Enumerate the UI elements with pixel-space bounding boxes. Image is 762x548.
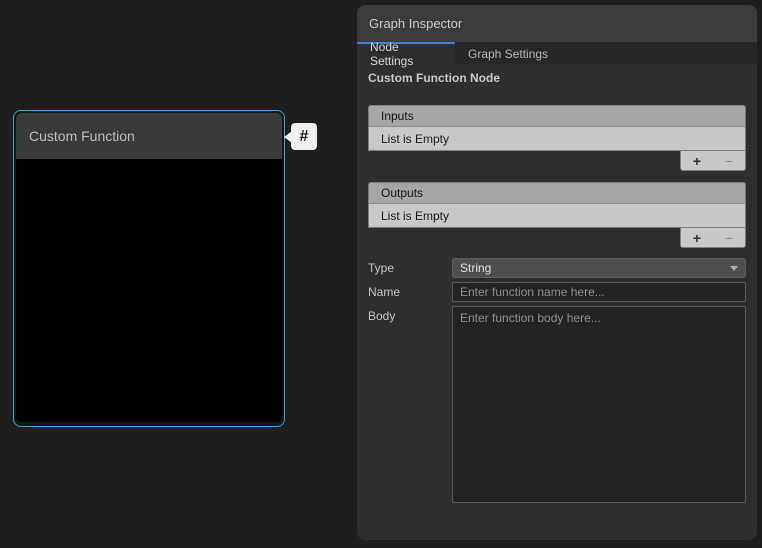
tab-node-settings-label: Node Settings: [370, 40, 442, 68]
section-title: Custom Function Node: [368, 71, 500, 85]
inputs-list-header: Inputs: [368, 105, 746, 127]
graph-inspector-panel: Graph Inspector Node Settings Graph Sett…: [357, 5, 757, 540]
inputs-empty-label: List is Empty: [381, 132, 449, 146]
inputs-footer-chip: + −: [680, 151, 746, 171]
inputs-header-label: Inputs: [381, 109, 414, 123]
node-title-bar[interactable]: Custom Function: [16, 113, 282, 159]
panel-header[interactable]: Graph Inspector: [357, 5, 757, 42]
tab-bar: Node Settings Graph Settings: [357, 42, 757, 64]
outputs-footer-chip: + −: [680, 228, 746, 248]
function-body-input[interactable]: [452, 306, 746, 503]
type-dropdown-value: String: [460, 261, 491, 275]
inputs-remove-button[interactable]: −: [721, 154, 737, 168]
inputs-empty-row: List is Empty: [368, 127, 746, 151]
node-body: [16, 159, 282, 422]
function-name-input[interactable]: [452, 282, 746, 302]
tab-node-settings[interactable]: Node Settings: [357, 42, 455, 64]
outputs-header-label: Outputs: [381, 186, 423, 200]
type-label: Type: [368, 261, 394, 275]
outputs-empty-label: List is Empty: [381, 209, 449, 223]
outputs-empty-row: List is Empty: [368, 204, 746, 228]
outputs-add-button[interactable]: +: [689, 231, 705, 245]
inputs-add-button[interactable]: +: [689, 154, 705, 168]
outputs-footer: + −: [368, 228, 746, 248]
tab-graph-settings-label: Graph Settings: [468, 47, 548, 61]
outputs-list: Outputs List is Empty + −: [368, 182, 746, 248]
chevron-down-icon: [730, 266, 738, 271]
hash-badge-glyph: #: [300, 128, 309, 146]
outputs-remove-button[interactable]: −: [721, 231, 737, 245]
panel-title: Graph Inspector: [369, 16, 462, 31]
node-title: Custom Function: [29, 128, 135, 144]
inputs-list: Inputs List is Empty + −: [368, 105, 746, 171]
inputs-footer: + −: [368, 151, 746, 171]
body-label: Body: [368, 309, 395, 323]
custom-function-node[interactable]: Custom Function: [13, 110, 285, 427]
tab-graph-settings[interactable]: Graph Settings: [455, 42, 561, 64]
name-label: Name: [368, 285, 400, 299]
hash-badge-icon[interactable]: #: [291, 123, 317, 150]
outputs-list-header: Outputs: [368, 182, 746, 204]
type-dropdown[interactable]: String: [452, 258, 746, 278]
